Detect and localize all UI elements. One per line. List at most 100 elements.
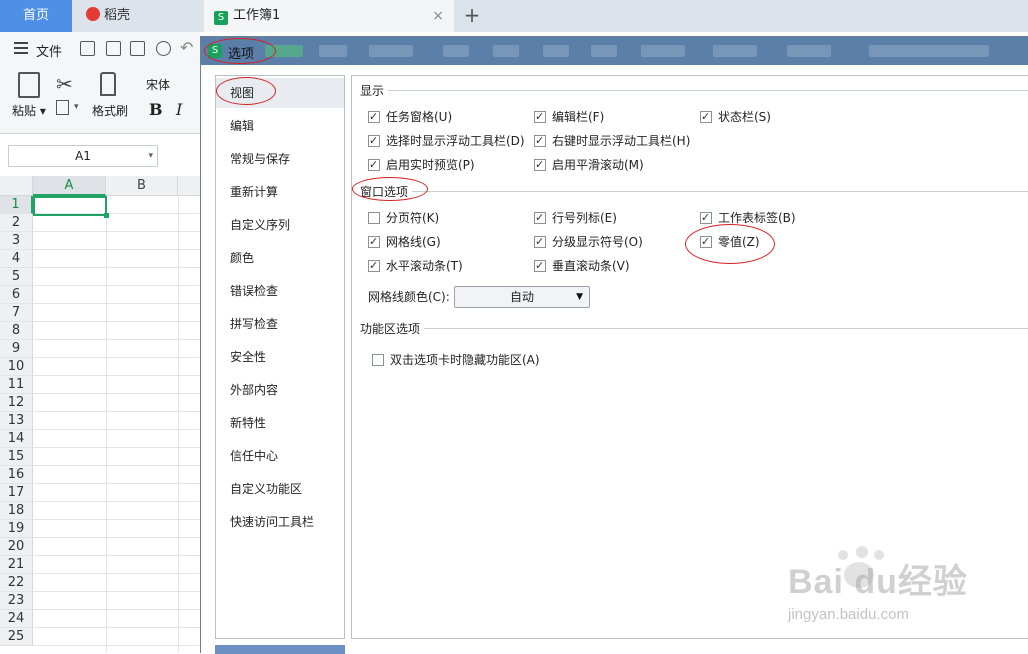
option-hide-ribbon-dblclick[interactable]: 双击选项卡时隐藏功能区(A) xyxy=(372,351,540,369)
option-zero-values[interactable]: 零值(Z) xyxy=(700,233,760,251)
italic-button[interactable]: I xyxy=(176,100,182,119)
gridline-color-select[interactable]: 自动 ▼ xyxy=(454,286,590,308)
row-header[interactable]: 20 xyxy=(0,538,33,556)
checkbox[interactable] xyxy=(368,108,380,126)
row-header[interactable]: 16 xyxy=(0,466,33,484)
row-header[interactable]: 24 xyxy=(0,610,33,628)
grid-row[interactable] xyxy=(33,610,200,628)
checkbox[interactable] xyxy=(368,212,380,224)
grid-row[interactable] xyxy=(33,628,200,646)
checkbox[interactable] xyxy=(534,209,546,227)
checkbox[interactable] xyxy=(700,108,712,126)
row-header[interactable]: 21 xyxy=(0,556,33,574)
grid-row[interactable] xyxy=(33,592,200,610)
grid-row[interactable] xyxy=(33,574,200,592)
copy-dropdown-icon[interactable]: ▾ xyxy=(74,102,79,112)
checkbox[interactable] xyxy=(534,132,546,150)
checkbox[interactable] xyxy=(534,233,546,251)
nav-item[interactable]: 自定义功能区 xyxy=(216,474,344,504)
row-header[interactable]: 25 xyxy=(0,628,33,646)
tab-daoke[interactable]: 稻壳 xyxy=(72,0,200,32)
name-box[interactable]: A1 ▾ xyxy=(8,145,158,167)
grid-row[interactable] xyxy=(33,322,200,340)
column-header-c[interactable] xyxy=(178,176,200,196)
copy-icon[interactable] xyxy=(56,100,69,115)
grid-row[interactable] xyxy=(33,232,200,250)
grid-row[interactable] xyxy=(33,394,200,412)
option-status-bar[interactable]: 状态栏(S) xyxy=(700,108,771,126)
row-header[interactable]: 11 xyxy=(0,376,33,394)
option-formula-bar[interactable]: 编辑栏(F) xyxy=(534,108,604,126)
undo-icon[interactable]: ↶ xyxy=(180,38,193,57)
new-tab-button[interactable]: + xyxy=(462,0,482,32)
checkbox[interactable] xyxy=(368,156,380,174)
row-header[interactable]: 19 xyxy=(0,520,33,538)
row-header[interactable]: 9 xyxy=(0,340,33,358)
nav-item[interactable]: 颜色 xyxy=(216,243,344,273)
nav-item[interactable]: 快速访问工具栏 xyxy=(216,507,344,537)
row-header[interactable]: 12 xyxy=(0,394,33,412)
option-outline-symbols[interactable]: 分级显示符号(O) xyxy=(534,233,643,251)
grid-row[interactable] xyxy=(33,484,200,502)
paste-button[interactable]: 粘贴 ▾ xyxy=(12,102,46,119)
spreadsheet-grid[interactable]: A B 1 2 3 4 5 6 7 8 9 10 11 12 13 14 15 16 17 18 19 20 21 22 2… xyxy=(0,176,200,653)
checkbox[interactable] xyxy=(372,354,384,366)
select-all-corner[interactable] xyxy=(0,176,33,196)
nav-item[interactable]: 重新计算 xyxy=(216,177,344,207)
row-header[interactable]: 17 xyxy=(0,484,33,502)
row-header[interactable]: 7 xyxy=(0,304,33,322)
grid-row[interactable] xyxy=(33,304,200,322)
checkbox[interactable] xyxy=(368,132,380,150)
row-header[interactable]: 5 xyxy=(0,268,33,286)
option-row-col-headers[interactable]: 行号列标(E) xyxy=(534,209,617,227)
scissors-icon[interactable]: ✂ xyxy=(56,72,73,96)
grid-row[interactable] xyxy=(33,250,200,268)
option-float-toolbar-select[interactable]: 选择时显示浮动工具栏(D) xyxy=(368,132,525,150)
save-icon[interactable] xyxy=(80,41,95,56)
checkbox[interactable] xyxy=(700,209,712,227)
checkbox[interactable] xyxy=(534,156,546,174)
nav-item[interactable]: 常规与保存 xyxy=(216,144,344,174)
hamburger-icon[interactable] xyxy=(14,42,28,54)
format-painter-icon[interactable] xyxy=(100,72,116,96)
nav-item[interactable]: 新特性 xyxy=(216,408,344,438)
checkbox[interactable] xyxy=(368,233,380,251)
row-header[interactable]: 22 xyxy=(0,574,33,592)
option-vertical-scrollbar[interactable]: 垂直滚动条(V) xyxy=(534,257,630,275)
row-header[interactable]: 15 xyxy=(0,448,33,466)
grid-row[interactable] xyxy=(33,502,200,520)
column-header-a[interactable]: A xyxy=(33,176,106,196)
grid-row[interactable] xyxy=(33,286,200,304)
checkbox[interactable] xyxy=(534,257,546,275)
column-header-b[interactable]: B xyxy=(106,176,178,196)
row-header[interactable]: 10 xyxy=(0,358,33,376)
file-menu-button[interactable]: 文件 xyxy=(36,41,62,60)
option-float-toolbar-rightclick[interactable]: 右键时显示浮动工具栏(H) xyxy=(534,132,690,150)
grid-row[interactable] xyxy=(33,412,200,430)
option-smooth-scroll[interactable]: 启用平滑滚动(M) xyxy=(534,156,644,174)
checkbox[interactable] xyxy=(700,233,712,251)
row-header[interactable]: 2 xyxy=(0,214,33,232)
checkbox[interactable] xyxy=(534,108,546,126)
checkbox[interactable] xyxy=(368,257,380,275)
grid-row[interactable] xyxy=(33,268,200,286)
nav-item[interactable]: 信任中心 xyxy=(216,441,344,471)
option-horizontal-scrollbar[interactable]: 水平滚动条(T) xyxy=(368,257,463,275)
grid-row[interactable] xyxy=(33,214,200,232)
nav-item[interactable]: 安全性 xyxy=(216,342,344,372)
paste-icon[interactable] xyxy=(18,72,40,98)
row-header[interactable]: 8 xyxy=(0,322,33,340)
grid-row[interactable] xyxy=(33,556,200,574)
grid-row[interactable] xyxy=(33,538,200,556)
format-painter-button[interactable]: 格式刷 xyxy=(92,102,128,119)
export-icon[interactable] xyxy=(106,41,121,56)
row-header[interactable]: 18 xyxy=(0,502,33,520)
option-task-pane[interactable]: 任务窗格(U) xyxy=(368,108,452,126)
active-cell-a1[interactable] xyxy=(33,196,109,218)
option-sheet-tabs[interactable]: 工作表标签(B) xyxy=(700,209,796,227)
grid-row[interactable] xyxy=(33,376,200,394)
print-icon[interactable] xyxy=(130,41,145,56)
preview-icon[interactable] xyxy=(156,41,171,56)
nav-item[interactable]: 编辑 xyxy=(216,111,344,141)
grid-row[interactable] xyxy=(33,340,200,358)
